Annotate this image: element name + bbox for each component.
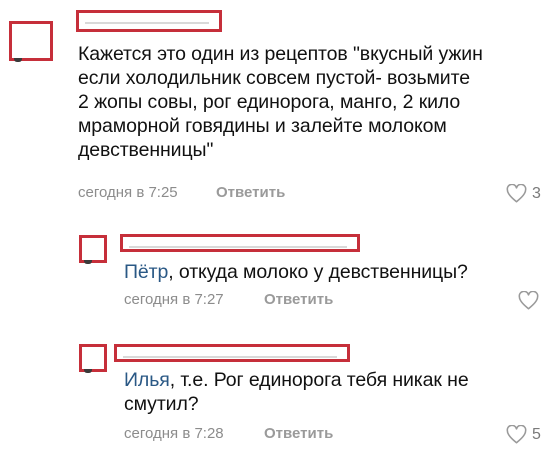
comment-timestamp: сегодня в 7:27 [124,291,224,308]
reply-text: Илья, т.е. Рог единорога тебя никак не с… [124,368,544,416]
heart-outline-icon [506,425,527,444]
reply-button[interactable]: Ответить [264,291,333,309]
mention-link[interactable]: Илья [124,369,170,391]
mention-link[interactable]: Пётр [124,261,168,283]
reply-body: , откуда молоко у девственницы? [168,261,468,283]
like-count: 3 [532,184,541,202]
reply-text: Пётр, откуда молоко у девственницы? [124,260,544,284]
reply-button[interactable]: Ответить [264,425,333,443]
comment-timestamp: сегодня в 7:25 [78,184,178,201]
avatar[interactable] [9,21,53,62]
like-button[interactable]: 5 [506,425,541,444]
heart-outline-icon [506,184,527,203]
reply-button[interactable]: Ответить [216,184,285,202]
like-button[interactable]: 3 [506,184,541,203]
redacted-author-name [114,344,350,362]
avatar[interactable] [79,344,107,373]
like-button[interactable] [518,291,544,310]
avatar[interactable] [79,235,107,264]
comment-text: Кажется это один из рецептов "вкусный уж… [78,43,483,161]
redacted-author-name [76,10,222,32]
like-count: 5 [532,425,541,443]
comment-timestamp: сегодня в 7:28 [124,425,224,442]
reply-body: , т.е. Рог единорога тебя никак не смути… [124,369,469,415]
redacted-author-name [120,234,360,252]
heart-outline-icon [518,291,539,310]
